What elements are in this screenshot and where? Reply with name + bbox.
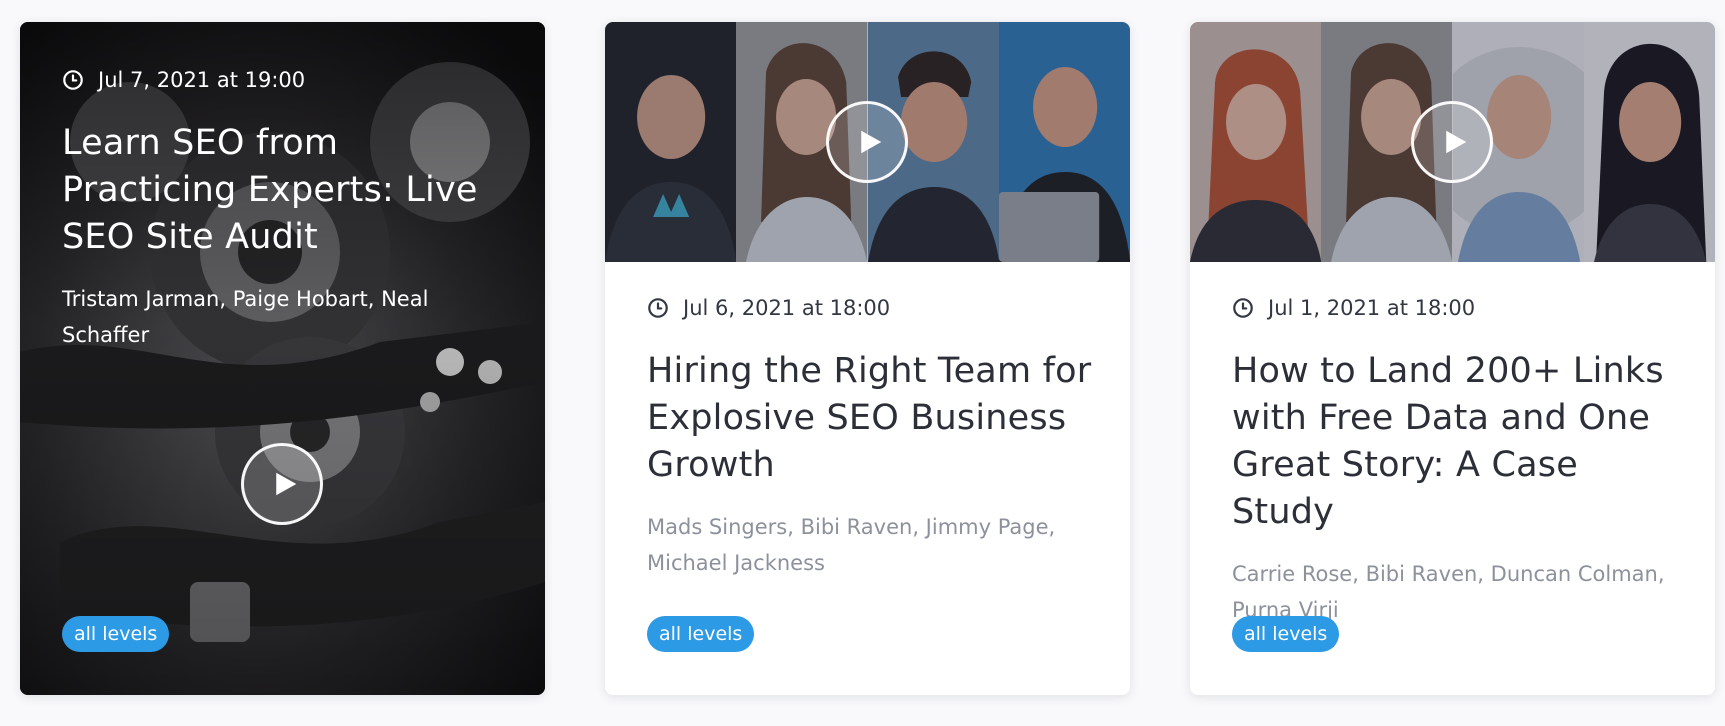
webinar-card-list: Jul 7, 2021 at 19:00 Learn SEO from Prac… [0, 0, 1725, 726]
card-content: Jul 6, 2021 at 18:00 Hiring the Right Te… [647, 292, 1094, 581]
event-date: Jul 6, 2021 at 18:00 [683, 296, 891, 320]
clock-icon [648, 298, 668, 318]
level-badge[interactable]: all levels [647, 616, 755, 652]
date-row: Jul 7, 2021 at 19:00 [62, 64, 505, 96]
webinar-title[interactable]: How to Land 200+ Links with Free Data an… [1232, 348, 1679, 536]
play-button[interactable] [826, 101, 908, 183]
clock-icon [63, 70, 83, 90]
speaker-thumbnail[interactable] [1190, 22, 1715, 262]
event-date: Jul 7, 2021 at 19:00 [98, 68, 306, 92]
webinar-card[interactable]: Jul 6, 2021 at 18:00 Hiring the Right Te… [605, 22, 1130, 695]
play-button[interactable] [241, 443, 323, 525]
webinar-title[interactable]: Hiring the Right Team for Explosive SEO … [647, 348, 1094, 489]
event-date: Jul 1, 2021 at 18:00 [1268, 296, 1476, 320]
date-row: Jul 6, 2021 at 18:00 [647, 292, 1094, 324]
level-badge[interactable]: all levels [1232, 616, 1340, 652]
clock-icon [1233, 298, 1253, 318]
speaker-thumbnail[interactable] [605, 22, 1130, 262]
speaker-list: Tristam Jarman, Paige Hobart, Neal Schaf… [62, 287, 429, 347]
card-content: Jul 1, 2021 at 18:00 How to Land 200+ Li… [1232, 292, 1679, 628]
card-content: Jul 7, 2021 at 19:00 Learn SEO from Prac… [62, 64, 505, 353]
speaker-list: Mads Singers, Bibi Raven, Jimmy Page, Mi… [647, 515, 1056, 575]
play-icon [275, 472, 296, 496]
webinar-card[interactable]: Jul 7, 2021 at 19:00 Learn SEO from Prac… [20, 22, 545, 695]
play-icon [1445, 130, 1466, 154]
level-badge[interactable]: all levels [62, 616, 170, 652]
webinar-title[interactable]: Learn SEO from Practicing Experts: Live … [62, 120, 505, 261]
date-row: Jul 1, 2021 at 18:00 [1232, 292, 1679, 324]
webinar-card[interactable]: Jul 1, 2021 at 18:00 How to Land 200+ Li… [1190, 22, 1715, 695]
play-icon [860, 130, 881, 154]
play-button[interactable] [1411, 101, 1493, 183]
